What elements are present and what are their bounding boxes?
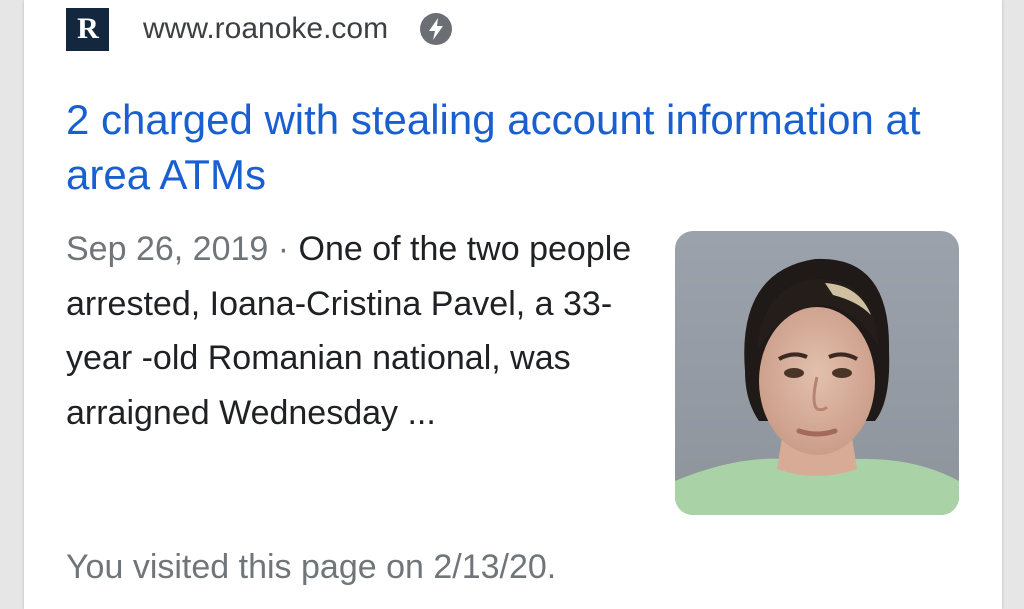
source-row[interactable]: R www.roanoke.com [66,7,453,51]
site-favicon: R [66,7,109,51]
search-result-card: R www.roanoke.com 2 charged with stealin… [24,0,1002,609]
result-thumbnail[interactable] [675,231,959,515]
result-title-link[interactable]: 2 charged with stealing account informat… [66,92,966,202]
lightning-bolt-icon [420,13,453,45]
date-separator: · [268,230,299,268]
mugshot-photo [675,231,959,515]
visited-note: You visited this page on 2/13/20. [66,548,557,586]
site-url[interactable]: www.roanoke.com [143,12,388,46]
result-date: Sep 26, 2019 [66,230,269,268]
result-snippet: Sep 26, 2019 · One of the two people arr… [66,222,636,440]
